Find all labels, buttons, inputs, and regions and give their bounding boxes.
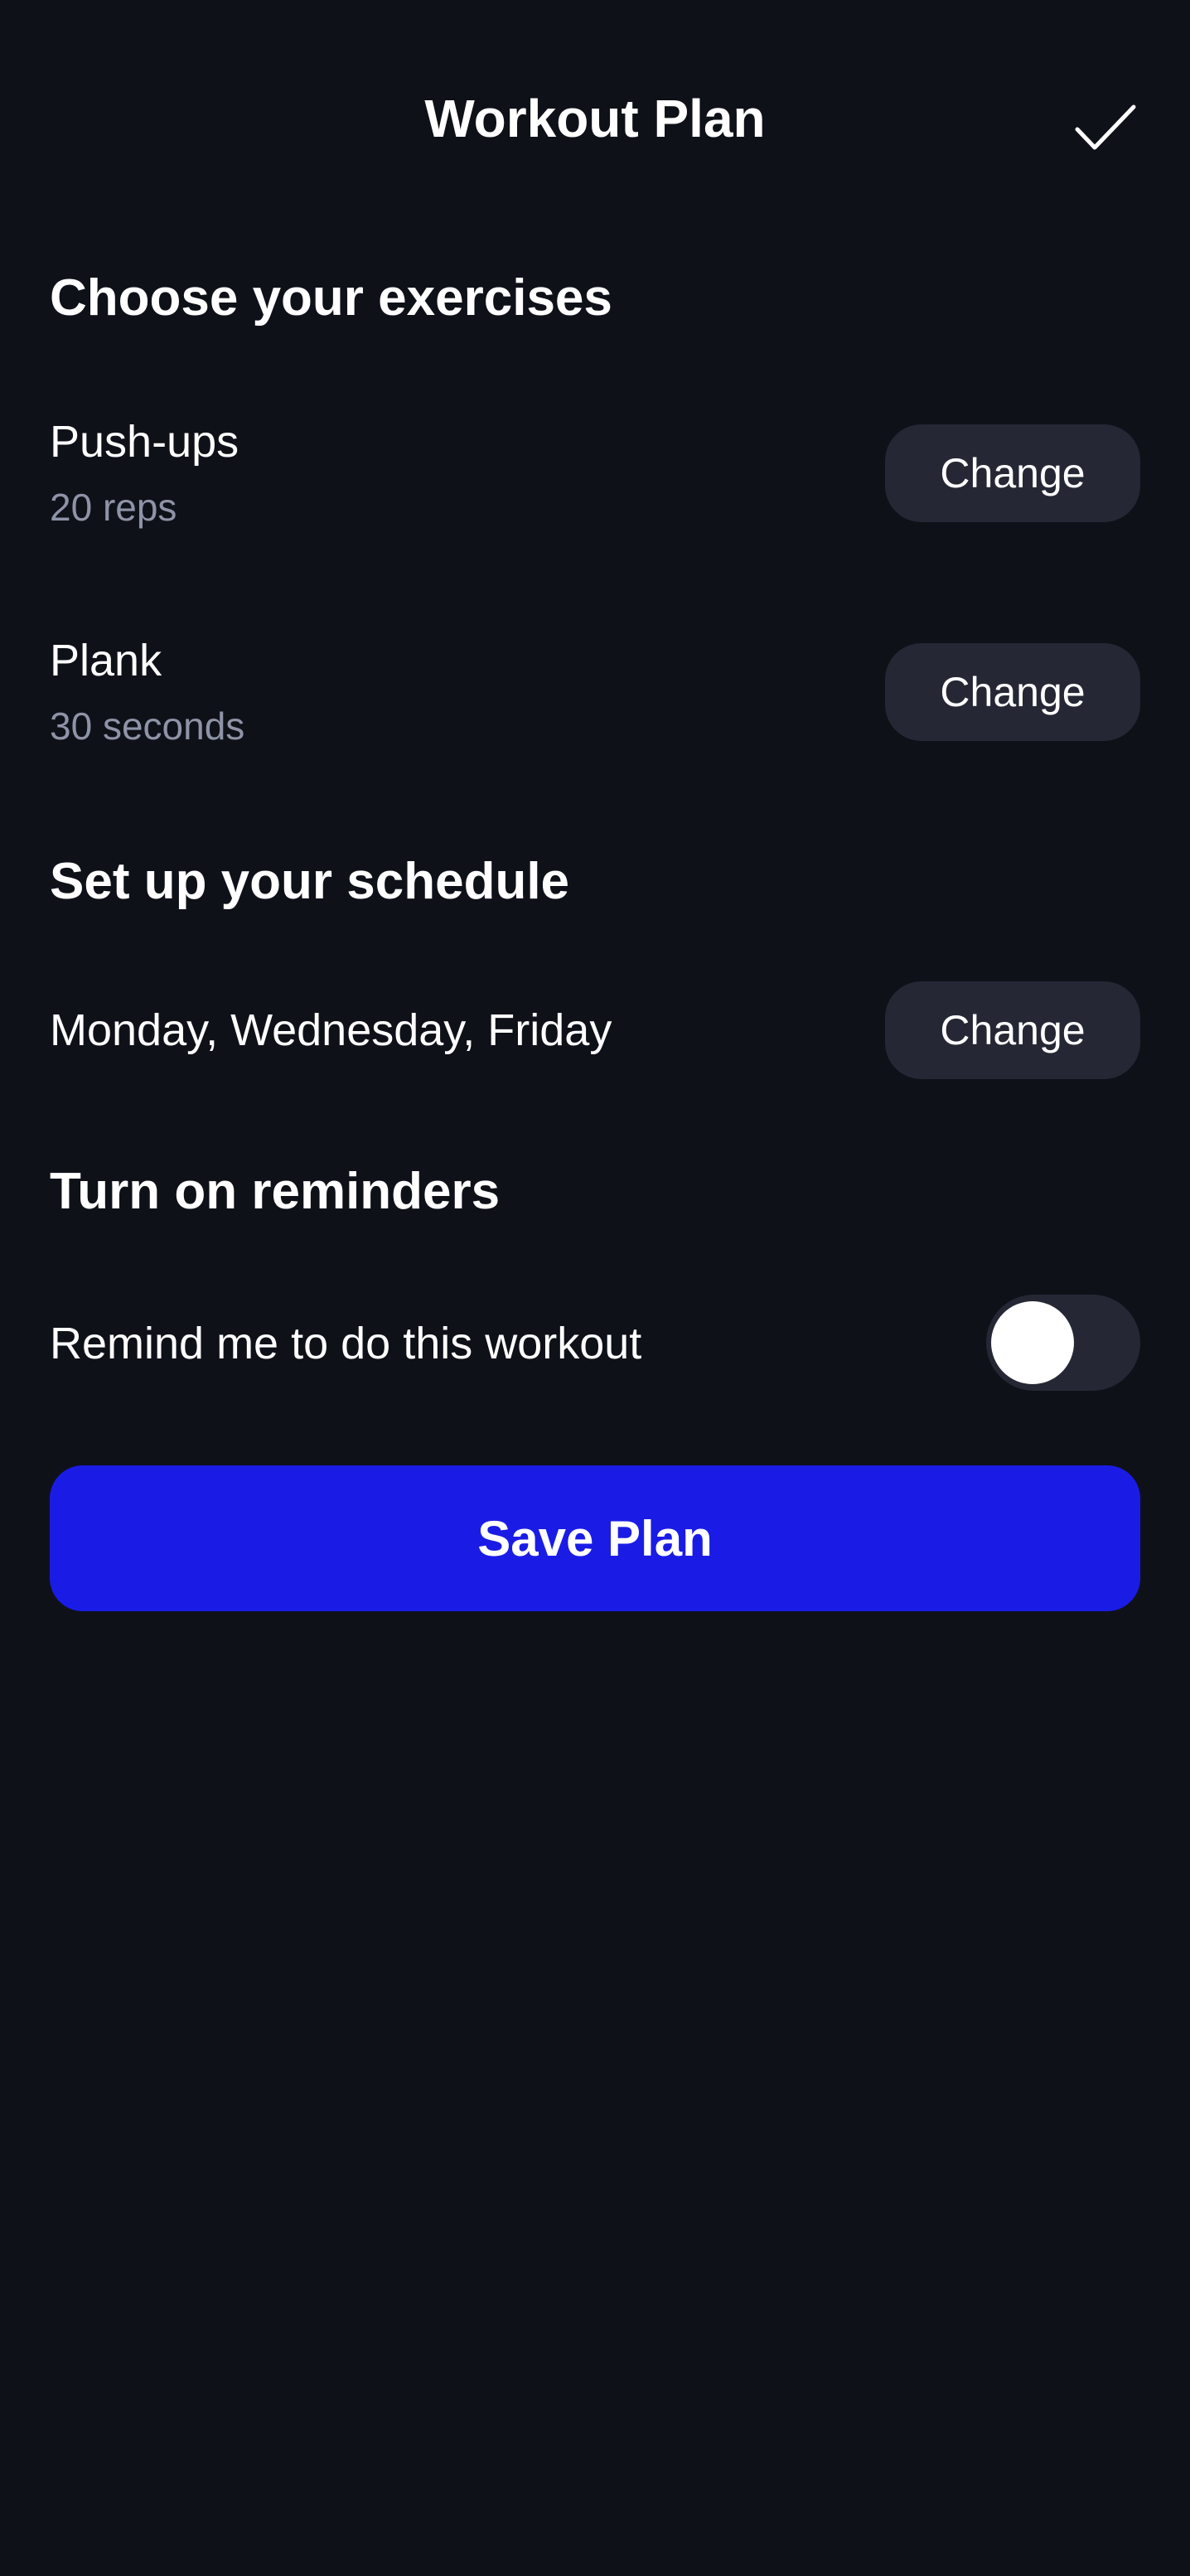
schedule-heading: Set up your schedule — [50, 853, 570, 910]
schedule-days: Monday, Wednesday, Friday — [50, 1005, 612, 1055]
checkmark-icon — [1075, 104, 1136, 150]
change-schedule-button[interactable]: Change — [885, 981, 1140, 1079]
exercises-heading: Choose your exercises — [50, 269, 612, 327]
exercise-detail-plank: 30 seconds — [50, 705, 245, 748]
exercise-name-pushups: Push-ups — [50, 417, 239, 467]
header: Workout Plan — [0, 0, 1190, 236]
reminders-heading: Turn on reminders — [50, 1163, 501, 1220]
reminder-label: Remind me to do this workout — [50, 1319, 642, 1368]
change-pushups-button[interactable]: Change — [885, 424, 1140, 522]
page-title: Workout Plan — [424, 89, 766, 148]
change-plank-button[interactable]: Change — [885, 643, 1140, 741]
exercise-name-plank: Plank — [50, 636, 162, 685]
exercise-detail-pushups: 20 reps — [50, 486, 177, 529]
reminder-toggle[interactable] — [986, 1295, 1140, 1391]
save-plan-button[interactable]: Save Plan — [50, 1465, 1140, 1611]
toggle-knob — [991, 1301, 1074, 1384]
done-button[interactable] — [1067, 90, 1144, 166]
